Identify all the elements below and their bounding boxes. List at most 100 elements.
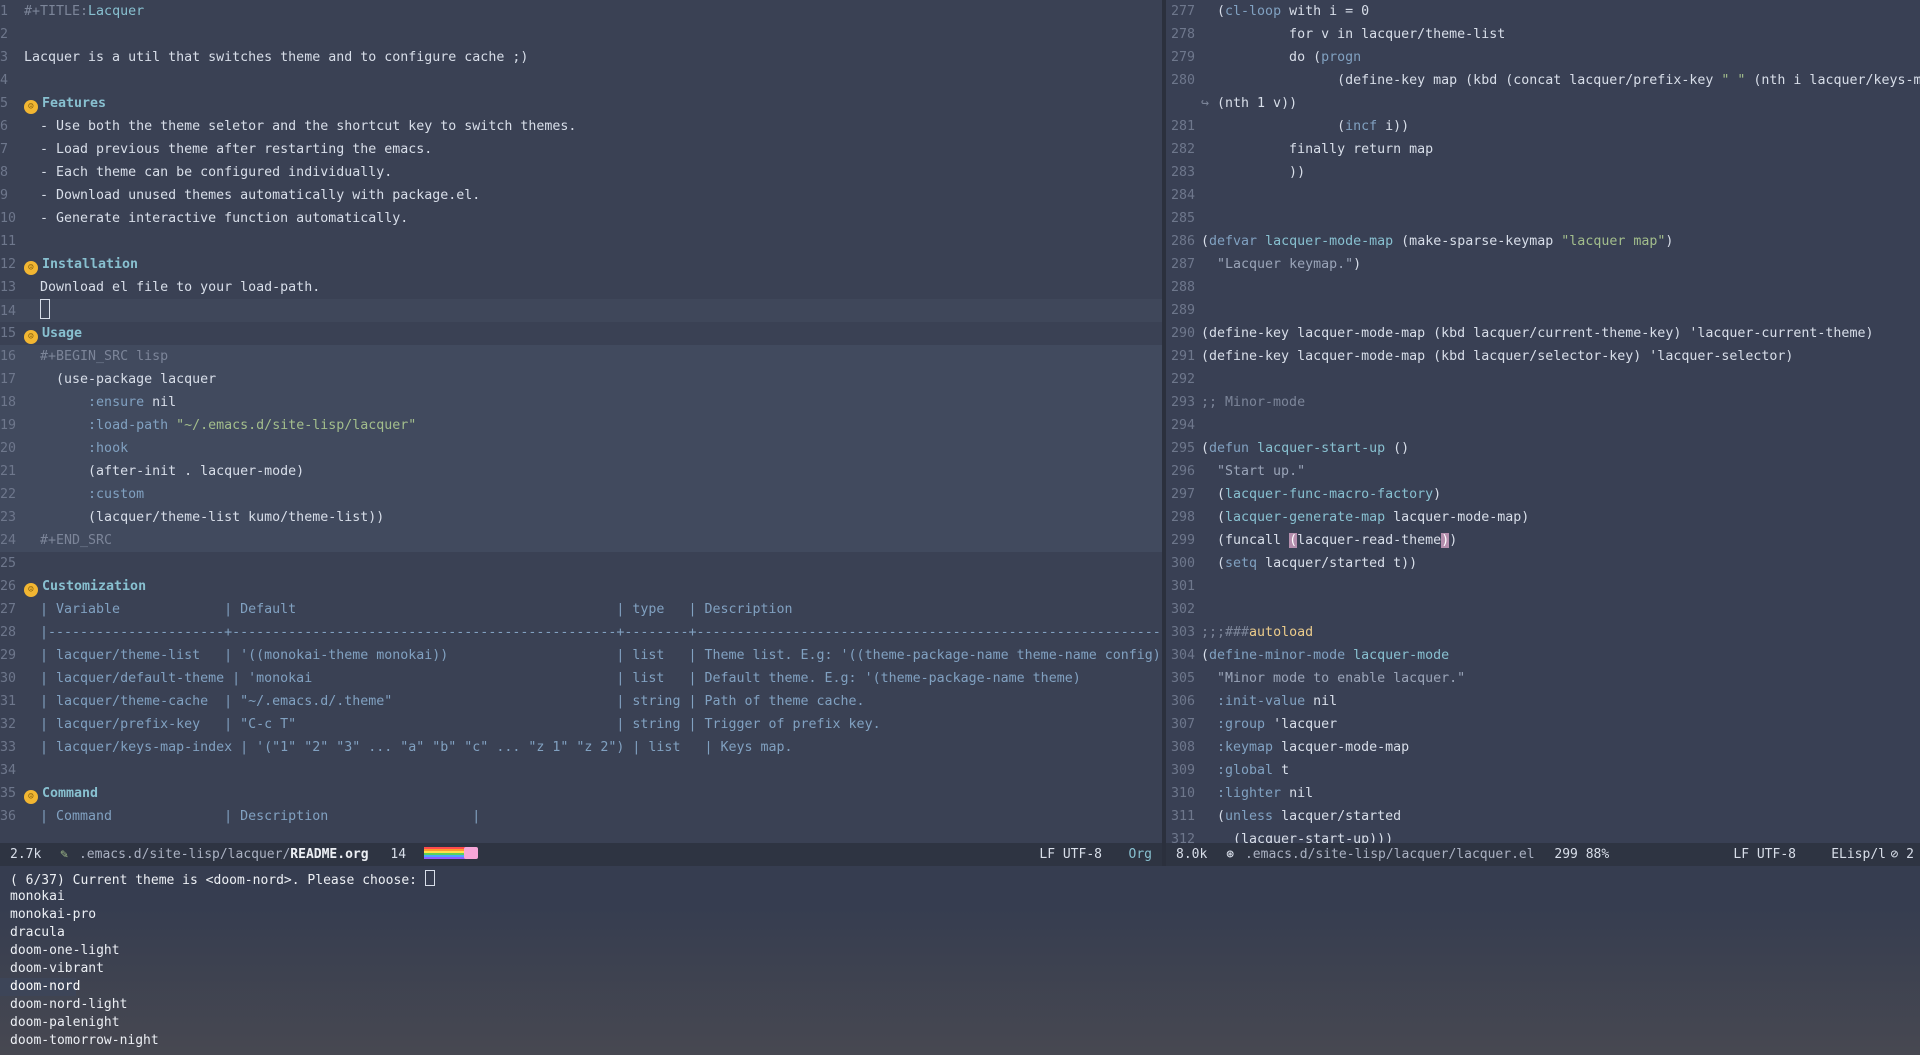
code-line[interactable]: 294 xyxy=(1166,414,1920,437)
line-text[interactable]: :load-path "~/.emacs.d/site-lisp/lacquer… xyxy=(24,414,416,437)
code-line[interactable]: 309 :global t xyxy=(1166,759,1920,782)
readme-line[interactable]: 11 xyxy=(0,230,1162,253)
line-text[interactable]: - Generate interactive function automati… xyxy=(24,207,408,230)
completion-item[interactable]: monokai xyxy=(0,888,1920,906)
line-text[interactable]: | Command | Description | xyxy=(24,805,480,828)
line-text[interactable]: "Lacquer keymap.") xyxy=(1201,253,1361,276)
minibuffer-prompt[interactable]: ( 6/37) Current theme is <doom-nord>. Pl… xyxy=(0,870,1920,888)
line-text[interactable]: #+END_SRC xyxy=(24,529,112,552)
line-text[interactable]: (define-minor-mode lacquer-mode xyxy=(1201,644,1449,667)
readme-line[interactable]: 29 | lacquer/theme-list | '((monokai-the… xyxy=(0,644,1162,667)
readme-line[interactable]: 10 - Generate interactive function autom… xyxy=(0,207,1162,230)
completion-item[interactable]: doom-palenight xyxy=(0,1014,1920,1032)
line-text[interactable]: (lacquer-func-macro-factory) xyxy=(1201,483,1441,506)
readme-line[interactable]: 34 xyxy=(0,759,1162,782)
code-line[interactable]: 281 (incf i)) xyxy=(1166,115,1920,138)
code-line[interactable]: 289 xyxy=(1166,299,1920,322)
readme-line[interactable]: 12 ☺ Installation xyxy=(0,253,1162,276)
line-text[interactable]: (lacquer/theme-list kumo/theme-list)) xyxy=(24,506,384,529)
code-line[interactable]: 297 (lacquer-func-macro-factory) xyxy=(1166,483,1920,506)
line-text[interactable]: #+BEGIN_SRC lisp xyxy=(24,345,168,368)
code-line[interactable]: 308 :keymap lacquer-mode-map xyxy=(1166,736,1920,759)
readme-line[interactable]: 23 (lacquer/theme-list kumo/theme-list)) xyxy=(0,506,1162,529)
code-line[interactable]: 300 (setq lacquer/started t)) xyxy=(1166,552,1920,575)
code-line[interactable]: 303 ;;;###autoload xyxy=(1166,621,1920,644)
line-text[interactable]: ↪ (nth 1 v)) xyxy=(1201,92,1297,115)
line-text[interactable]: :ensure nil xyxy=(24,391,176,414)
line-text[interactable]: (use-package lacquer xyxy=(24,368,216,391)
readme-line[interactable]: 14 xyxy=(0,299,1162,322)
line-text[interactable]: ☺ Usage xyxy=(24,322,82,345)
readme-line[interactable]: 18 :ensure nil xyxy=(0,391,1162,414)
readme-line[interactable]: 2 xyxy=(0,23,1162,46)
line-text[interactable]: (defvar lacquer-mode-map (make-sparse-ke… xyxy=(1201,230,1673,253)
line-text[interactable]: (cl-loop with i = 0 xyxy=(1201,0,1369,23)
line-text[interactable]: ☺ Customization xyxy=(24,575,146,598)
code-line[interactable]: 279 do (progn xyxy=(1166,46,1920,69)
code-line[interactable]: 311 (unless lacquer/started xyxy=(1166,805,1920,828)
completion-item[interactable]: monokai-pro xyxy=(0,906,1920,924)
readme-line[interactable]: 25 xyxy=(0,552,1162,575)
completion-item[interactable]: dracula xyxy=(0,924,1920,942)
line-text[interactable]: | lacquer/keys-map-index | '("1" "2" "3"… xyxy=(24,736,1162,759)
line-text[interactable]: do (progn xyxy=(1201,46,1361,69)
code-line[interactable]: 277 (cl-loop with i = 0 xyxy=(1166,0,1920,23)
readme-line[interactable]: 24 #+END_SRC xyxy=(0,529,1162,552)
completion-item[interactable]: doom-nord-light xyxy=(0,996,1920,1014)
readme-line[interactable]: 26 ☺ Customization xyxy=(0,575,1162,598)
minibuffer[interactable]: ( 6/37) Current theme is <doom-nord>. Pl… xyxy=(0,870,1920,1055)
readme-line[interactable]: 21 (after-init . lacquer-mode) xyxy=(0,460,1162,483)
line-text[interactable]: (define-key lacquer-mode-map (kbd lacque… xyxy=(1201,345,1793,368)
code-line[interactable]: 293 ;; Minor-mode xyxy=(1166,391,1920,414)
line-text[interactable]: :global t xyxy=(1201,759,1289,782)
code-line[interactable]: 306 :init-value nil xyxy=(1166,690,1920,713)
readme-line[interactable]: 27 | Variable | Default | type | Descrip… xyxy=(0,598,1162,621)
line-text[interactable]: :lighter nil xyxy=(1201,782,1313,805)
code-line[interactable]: 302 xyxy=(1166,598,1920,621)
completion-item[interactable]: doom-nord xyxy=(0,978,80,996)
line-text[interactable]: #+TITLE:Lacquer xyxy=(24,0,144,23)
readme-line[interactable]: 28 |----------------------+-------------… xyxy=(0,621,1162,644)
code-line[interactable]: 298 (lacquer-generate-map lacquer-mode-m… xyxy=(1166,506,1920,529)
line-text[interactable]: ;; Minor-mode xyxy=(1201,391,1305,414)
completion-item[interactable]: doom-tomorrow-night xyxy=(0,1032,1920,1050)
line-text[interactable]: "Minor mode to enable lacquer." xyxy=(1201,667,1465,690)
line-text[interactable]: (after-init . lacquer-mode) xyxy=(24,460,304,483)
readme-line[interactable]: 35 ☺ Command xyxy=(0,782,1162,805)
code-line[interactable]: 295 (defun lacquer-start-up () xyxy=(1166,437,1920,460)
line-text[interactable]: - Each theme can be configured individua… xyxy=(24,161,392,184)
completion-item[interactable]: doom-one-light xyxy=(0,942,1920,960)
major-mode[interactable]: Org xyxy=(1129,843,1152,866)
line-text[interactable]: :keymap lacquer-mode-map xyxy=(1201,736,1409,759)
readme-line[interactable]: 15 ☺ Usage xyxy=(0,322,1162,345)
lacquer-el-buffer[interactable]: 277 (cl-loop with i = 0 278 for v in lacq… xyxy=(1166,0,1920,843)
code-line[interactable]: 301 xyxy=(1166,575,1920,598)
line-text[interactable]: (setq lacquer/started t)) xyxy=(1201,552,1417,575)
readme-line[interactable]: 22 :custom xyxy=(0,483,1162,506)
completion-item[interactable]: doom-vibrant xyxy=(0,960,1920,978)
line-text[interactable]: ☺ Command xyxy=(24,782,98,805)
line-text[interactable]: - Download unused themes automatically w… xyxy=(24,184,480,207)
line-text[interactable] xyxy=(24,299,51,323)
readme-line[interactable]: 31 | lacquer/theme-cache | "~/.emacs.d/.… xyxy=(0,690,1162,713)
line-text[interactable]: )) xyxy=(1201,161,1305,184)
line-text[interactable]: for v in lacquer/theme-list xyxy=(1201,23,1505,46)
line-text[interactable]: | Variable | Default | type | Descriptio… xyxy=(24,598,1162,621)
code-line[interactable]: 284 xyxy=(1166,184,1920,207)
line-text[interactable]: (define-key lacquer-mode-map (kbd lacque… xyxy=(1201,322,1873,345)
code-line[interactable]: 296 "Start up." xyxy=(1166,460,1920,483)
readme-line[interactable]: 17 (use-package lacquer xyxy=(0,368,1162,391)
line-text[interactable]: :group 'lacquer xyxy=(1201,713,1337,736)
readme-line[interactable]: 36 | Command | Description | xyxy=(0,805,1162,828)
line-text[interactable]: | lacquer/default-theme | 'monokai | lis… xyxy=(24,667,1162,690)
line-text[interactable]: - Load previous theme after restarting t… xyxy=(24,138,432,161)
code-line[interactable]: 290 (define-key lacquer-mode-map (kbd lac… xyxy=(1166,322,1920,345)
readme-line[interactable]: 9 - Download unused themes automatically… xyxy=(0,184,1162,207)
code-line[interactable]: 285 xyxy=(1166,207,1920,230)
code-line[interactable]: ↪ (nth 1 v)) xyxy=(1166,92,1920,115)
code-line[interactable]: 310 :lighter nil xyxy=(1166,782,1920,805)
readme-buffer[interactable]: 1 #+TITLE:Lacquer 2 3 Lacquer is a util that… xyxy=(0,0,1162,843)
readme-line[interactable]: 33 | lacquer/keys-map-index | '("1" "2" … xyxy=(0,736,1162,759)
line-text[interactable]: | lacquer/prefix-key | "C-c T" | string … xyxy=(24,713,1162,736)
line-text[interactable]: (incf i)) xyxy=(1201,115,1409,138)
